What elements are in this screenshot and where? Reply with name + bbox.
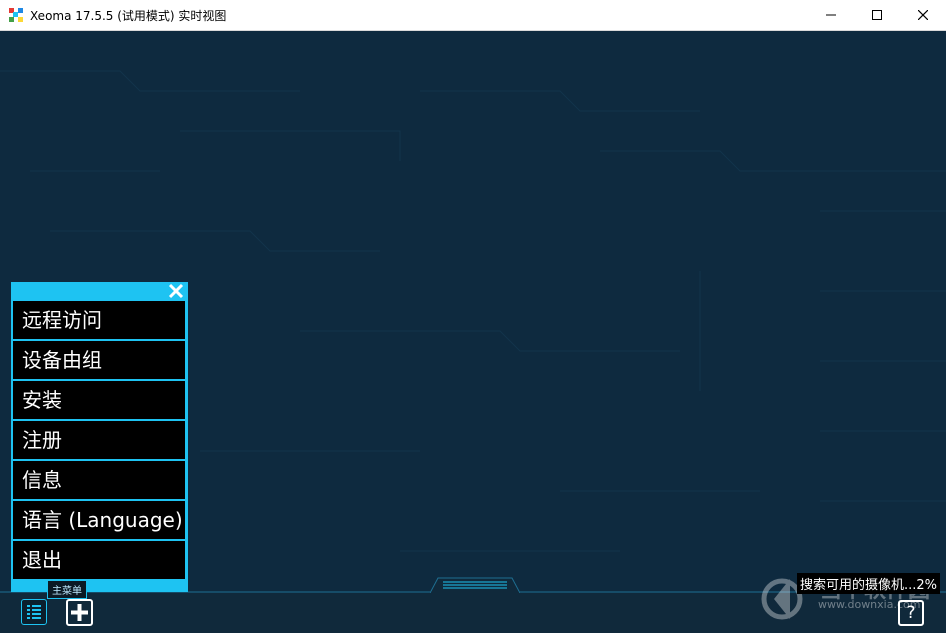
menu-item-info[interactable]: 信息 [13,461,185,499]
close-icon [168,283,184,299]
title-bar: Xeoma 17.5.5 (试用模式) 实时视图 [0,0,946,31]
camera-search-status: 搜索可用的摄像机...2% [797,573,941,594]
close-menu-button[interactable] [167,283,185,301]
menu-item-install[interactable]: 安装 [13,381,185,419]
minimize-button[interactable] [808,0,854,30]
menu-item-devices-groups[interactable]: 设备由组 [13,341,185,379]
menu-item-exit[interactable]: 退出 [13,541,185,579]
close-window-button[interactable] [900,0,946,30]
window-title: Xeoma 17.5.5 (试用模式) 实时视图 [30,9,227,23]
minimize-icon [826,14,836,16]
close-icon [918,10,928,20]
add-camera-button[interactable] [66,599,93,626]
menu-item-remote-access[interactable]: 远程访问 [13,301,185,339]
main-menu-panel: 远程访问 设备由组 安装 注册 信息 语言 (Language) 退出 [11,282,188,592]
xeoma-logo-icon [9,8,23,22]
main-menu-button[interactable] [21,599,47,625]
maximize-icon [872,10,882,20]
maximize-button[interactable] [854,0,900,30]
panel-drag-handle[interactable] [430,576,520,594]
menu-item-register[interactable]: 注册 [13,421,185,459]
list-icon [27,605,41,619]
menu-item-language[interactable]: 语言 (Language) [13,501,185,539]
live-view-area: 远程访问 设备由组 安装 注册 信息 语言 (Language) 退出 主菜单 [0,31,946,633]
main-menu-tooltip: 主菜单 [47,580,87,599]
help-button[interactable]: ? [898,600,924,626]
plus-icon [71,604,88,621]
help-icon: ? [906,603,916,623]
menu-items: 远程访问 设备由组 安装 注册 信息 语言 (Language) 退出 [13,301,185,581]
